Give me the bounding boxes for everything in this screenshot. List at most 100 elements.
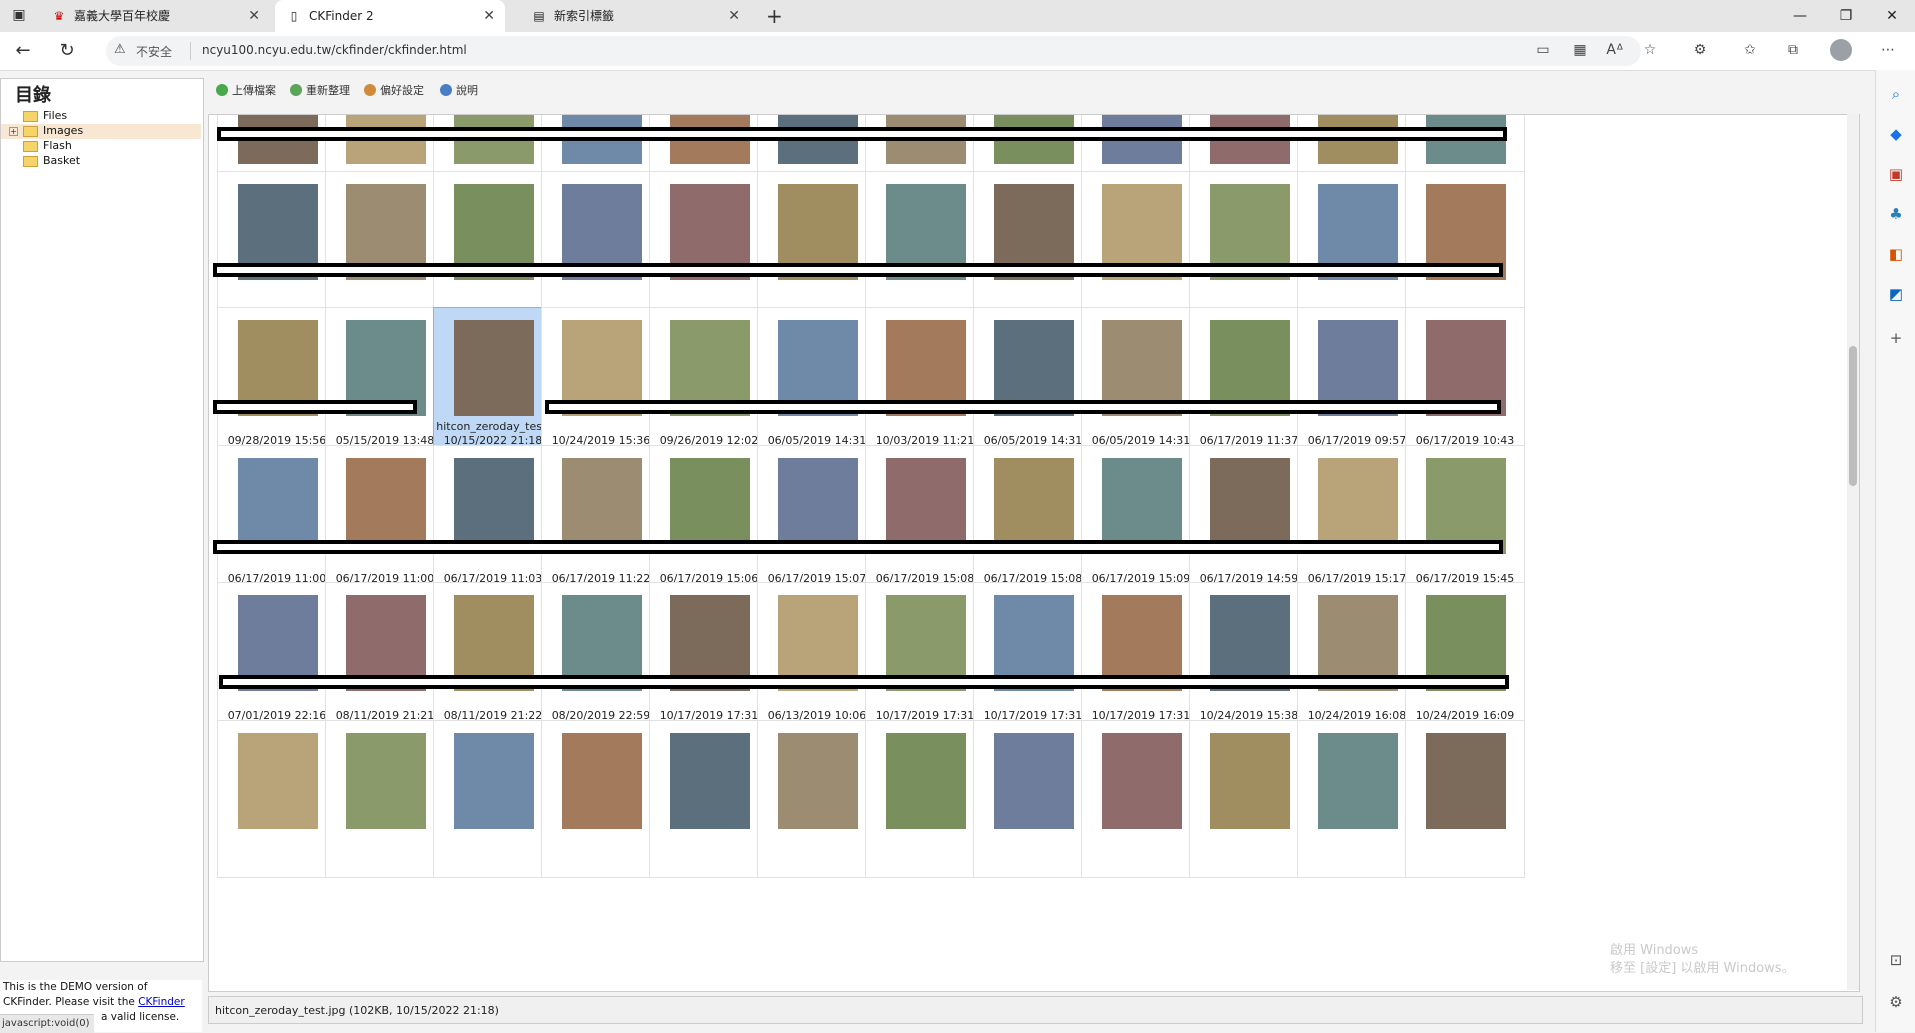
file-thumbnail[interactable] — [865, 720, 985, 878]
file-thumbnail[interactable]: 06/17/2019 14:5945 KB — [1189, 445, 1309, 603]
games-icon[interactable]: ♣ — [1886, 204, 1906, 224]
file-thumbnail[interactable]: 10/24/2019 15:36313 KB — [541, 307, 661, 465]
window-close-button[interactable]: ✕ — [1869, 0, 1915, 32]
settings-gear-icon[interactable]: ⚙ — [1886, 992, 1906, 1012]
upload-button[interactable]: 上傳檔案 — [216, 82, 276, 98]
file-thumbnail[interactable]: 30 KB — [433, 171, 553, 329]
file-thumbnail[interactable]: 06/17/2019 15:06121 KB — [649, 445, 769, 603]
file-thumbnail[interactable]: 06/17/2019 09:5745 KB — [1297, 307, 1417, 465]
folder-images[interactable]: + Images — [1, 124, 201, 139]
scrollbar[interactable] — [1847, 114, 1859, 990]
file-thumbnail[interactable]: 10/24/2019 15:38306 KB — [1189, 582, 1309, 740]
file-thumbnail[interactable]: 06/17/2019 15:08186 KB — [973, 445, 1093, 603]
minimize-button[interactable]: — — [1777, 0, 1823, 32]
file-thumbnail[interactable]: 411 KB — [865, 171, 985, 329]
file-thumbnail[interactable]: 06/17/2019 15:07158 KB — [757, 445, 877, 603]
restore-button[interactable]: ❐ — [1823, 0, 1869, 32]
read-aloud-icon[interactable]: Aᐞ — [1605, 42, 1625, 58]
file-thumbnail[interactable]: 05/15/2019 13:4866 KB — [325, 307, 445, 465]
file-thumbnail[interactable] — [433, 720, 553, 878]
new-tab-button[interactable]: + — [766, 4, 783, 28]
file-thumbnail[interactable]: 10/17/2019 17:31167 KB — [649, 582, 769, 740]
ckfinder-link[interactable]: CKFinder — [138, 996, 185, 1008]
refresh-button[interactable]: 重新整理 — [290, 82, 350, 98]
file-thumbnail[interactable]: 06/17/2019 15:09159 KB — [1081, 445, 1201, 603]
file-thumbnail[interactable]: hitcon_zeroday_test.10/15/2022 21:18102 … — [433, 307, 553, 465]
file-thumbnail[interactable]: 449 KB — [217, 171, 337, 329]
office-icon[interactable]: ◧ — [1886, 244, 1906, 264]
file-thumbnail[interactable]: 10/24/2019 16:08180 KB — [1297, 582, 1417, 740]
file-thumbnail[interactable]: 08/20/2019 22:59359 KB — [541, 582, 661, 740]
file-thumbnail[interactable] — [541, 720, 661, 878]
file-thumbnail[interactable]: 06/05/2019 14:31382 KB — [973, 307, 1093, 465]
file-thumbnail[interactable]: 06/17/2019 11:221654 KB — [541, 445, 661, 603]
app-icon[interactable]: ▦ — [1570, 42, 1590, 58]
file-thumbnail[interactable]: 10/03/2019 11:211109 KB — [865, 307, 985, 465]
file-thumbnail[interactable] — [325, 720, 445, 878]
file-thumbnail[interactable]: 483 KB — [973, 171, 1093, 329]
folder-flash[interactable]: Flash — [1, 139, 201, 154]
collections-icon[interactable]: ⧉ — [1783, 42, 1803, 58]
avatar[interactable] — [1830, 39, 1852, 61]
file-thumbnail[interactable]: 06/17/2019 15:17131 KB — [1297, 445, 1417, 603]
file-thumbnail[interactable] — [1297, 720, 1417, 878]
file-thumbnail[interactable]: 312 KB — [757, 171, 877, 329]
close-icon[interactable]: ✕ — [728, 0, 740, 32]
file-thumbnail[interactable] — [1189, 720, 1309, 878]
file-thumbnail[interactable]: 166 KB — [1189, 171, 1309, 329]
file-thumbnail[interactable]: 06/13/2019 10:06100 KB — [757, 582, 877, 740]
file-thumbnail[interactable]: 06/17/2019 11:001921 KB — [325, 445, 445, 603]
expand-icon[interactable]: + — [9, 127, 18, 136]
file-thumbnail[interactable]: 06/17/2019 10:43372 KB — [1405, 307, 1525, 465]
file-thumbnail[interactable]: 06/17/2019 15:08133 KB — [865, 445, 985, 603]
file-thumbnail[interactable]: 06/05/2019 14:31289 KB — [757, 307, 877, 465]
file-thumbnail[interactable]: 08/11/2019 21:22242 KB — [433, 582, 553, 740]
file-thumbnail[interactable]: 07/01/2019 22:16171 KB — [217, 582, 337, 740]
file-thumbnail[interactable]: 30 KB — [649, 171, 769, 329]
file-thumbnail[interactable]: 10/17/2019 17:31174 KB — [1081, 582, 1201, 740]
settings-button[interactable]: 偏好設定 — [364, 82, 424, 98]
tag-icon[interactable]: ◆ — [1886, 124, 1906, 144]
search-icon[interactable]: ⌕ — [1886, 84, 1906, 104]
toolbox-icon[interactable]: ▣ — [1886, 164, 1906, 184]
file-thumbnail[interactable]: 08/11/2019 21:21252 KB — [325, 582, 445, 740]
address-bar[interactable]: ⚠ 不安全 ncyu100.ncyu.edu.tw/ckfinder/ckfin… — [106, 36, 1641, 66]
file-thumbnail[interactable]: 30 KB — [325, 171, 445, 329]
favorite-star-icon[interactable]: ☆ — [1640, 42, 1660, 58]
file-thumbnail[interactable] — [973, 720, 1093, 878]
file-thumbnail[interactable] — [1081, 720, 1201, 878]
file-thumbnail[interactable]: 09/26/2019 12:02242 KB — [649, 307, 769, 465]
scroll-thumb[interactable] — [1849, 346, 1857, 486]
file-thumbnail[interactable]: 06/17/2019 15:4597 KB — [1405, 445, 1525, 603]
file-thumbnail[interactable] — [1405, 720, 1525, 878]
tab-actions-icon[interactable]: ▣ — [10, 6, 28, 24]
reload-icon[interactable]: ↻ — [56, 40, 78, 61]
outlook-icon[interactable]: ◩ — [1886, 284, 1906, 304]
favorites-icon[interactable]: ✩ — [1740, 42, 1760, 58]
file-thumbnail[interactable]: 06/05/2019 14:31372 KB — [1081, 307, 1201, 465]
file-thumbnail[interactable]: 63 KB — [1405, 171, 1525, 329]
more-icon[interactable]: ⋯ — [1878, 42, 1898, 58]
file-thumbnail[interactable]: 06/17/2019 11:03195 KB — [433, 445, 553, 603]
tab-ncyu[interactable]: ♛ 嘉義大學百年校慶 ✕ — [40, 0, 270, 32]
file-thumbnail[interactable] — [217, 720, 337, 878]
file-thumbnail[interactable]: 71 KB — [1297, 171, 1417, 329]
reader-icon[interactable]: ▭ — [1533, 42, 1553, 58]
tab-ckfinder[interactable]: ▯ CKFinder 2 ✕ — [275, 0, 505, 32]
file-thumbnail[interactable]: 10/17/2019 17:31106 KB — [973, 582, 1093, 740]
extensions-icon[interactable]: ⚙ — [1690, 42, 1710, 58]
file-thumbnail[interactable]: 10/24/2019 16:09192 KB — [1405, 582, 1525, 740]
file-thumbnail[interactable]: 10/17/2019 17:31184 KB — [865, 582, 985, 740]
file-thumbnail[interactable]: 06/17/2019 11:001921 KB — [217, 445, 337, 603]
close-icon[interactable]: ✕ — [483, 0, 495, 32]
file-thumbnail[interactable]: 40 KB — [1081, 171, 1201, 329]
back-icon[interactable]: ← — [12, 40, 34, 61]
file-thumbnail[interactable]: 09/28/2019 15:5638 KB — [217, 307, 337, 465]
folder-files[interactable]: Files — [1, 109, 201, 124]
file-thumbnail[interactable]: 06/17/2019 11:3710 KB — [1189, 307, 1309, 465]
folder-basket[interactable]: Basket — [1, 154, 201, 169]
add-icon[interactable]: + — [1886, 328, 1906, 348]
file-thumbnail[interactable] — [649, 720, 769, 878]
file-thumbnail[interactable] — [757, 720, 877, 878]
tab-new[interactable]: ▤ 新索引標籤 ✕ — [520, 0, 750, 32]
